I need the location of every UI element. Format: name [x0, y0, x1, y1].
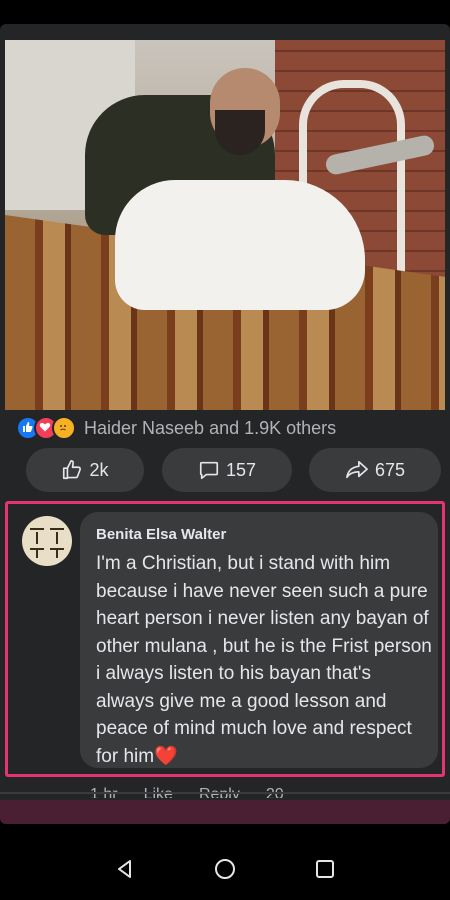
home-icon — [215, 859, 235, 879]
action-bar: 2k 157 675 — [0, 448, 450, 494]
heart-emoji: ❤️ — [154, 745, 178, 767]
like-button[interactable]: 2k — [26, 448, 144, 492]
highlighted-comment: Benita Elsa Walter I'm a Christian, but … — [5, 501, 445, 777]
back-button[interactable] — [108, 852, 142, 886]
share-arrow-icon — [346, 460, 368, 479]
comment-bubble[interactable]: Benita Elsa Walter I'm a Christian, but … — [80, 512, 438, 768]
recent-apps-button[interactable] — [308, 852, 342, 886]
home-button[interactable] — [208, 852, 242, 886]
comment-count: 157 — [225, 459, 257, 480]
share-count: 675 — [374, 459, 406, 480]
sad-icon — [52, 416, 76, 440]
post-photo[interactable] — [5, 40, 445, 410]
comment-icon — [199, 461, 219, 480]
divider — [0, 792, 450, 794]
share-button[interactable]: 675 — [309, 448, 441, 492]
recent-apps-icon — [316, 860, 334, 878]
bottom-band — [0, 800, 450, 824]
comment-body: I'm a Christian, but i stand with him be… — [96, 553, 432, 767]
reaction-summary[interactable]: Haider Naseeb and 1.9K others — [16, 416, 336, 440]
like-count: 2k — [89, 459, 109, 480]
reaction-names: Haider Naseeb and 1.9K others — [84, 417, 337, 438]
thumbs-up-icon — [63, 460, 82, 480]
comment-author[interactable]: Benita Elsa Walter — [96, 526, 226, 543]
comment-text: I'm a Christian, but i stand with him be… — [96, 550, 432, 770]
comment-button[interactable]: 157 — [162, 448, 292, 492]
photo-person-clothes — [115, 180, 365, 310]
back-icon — [118, 860, 131, 878]
android-nav-bar — [0, 840, 450, 900]
post-card: Haider Naseeb and 1.9K others 2k 157 675 — [0, 24, 450, 824]
avatar[interactable] — [22, 516, 72, 566]
